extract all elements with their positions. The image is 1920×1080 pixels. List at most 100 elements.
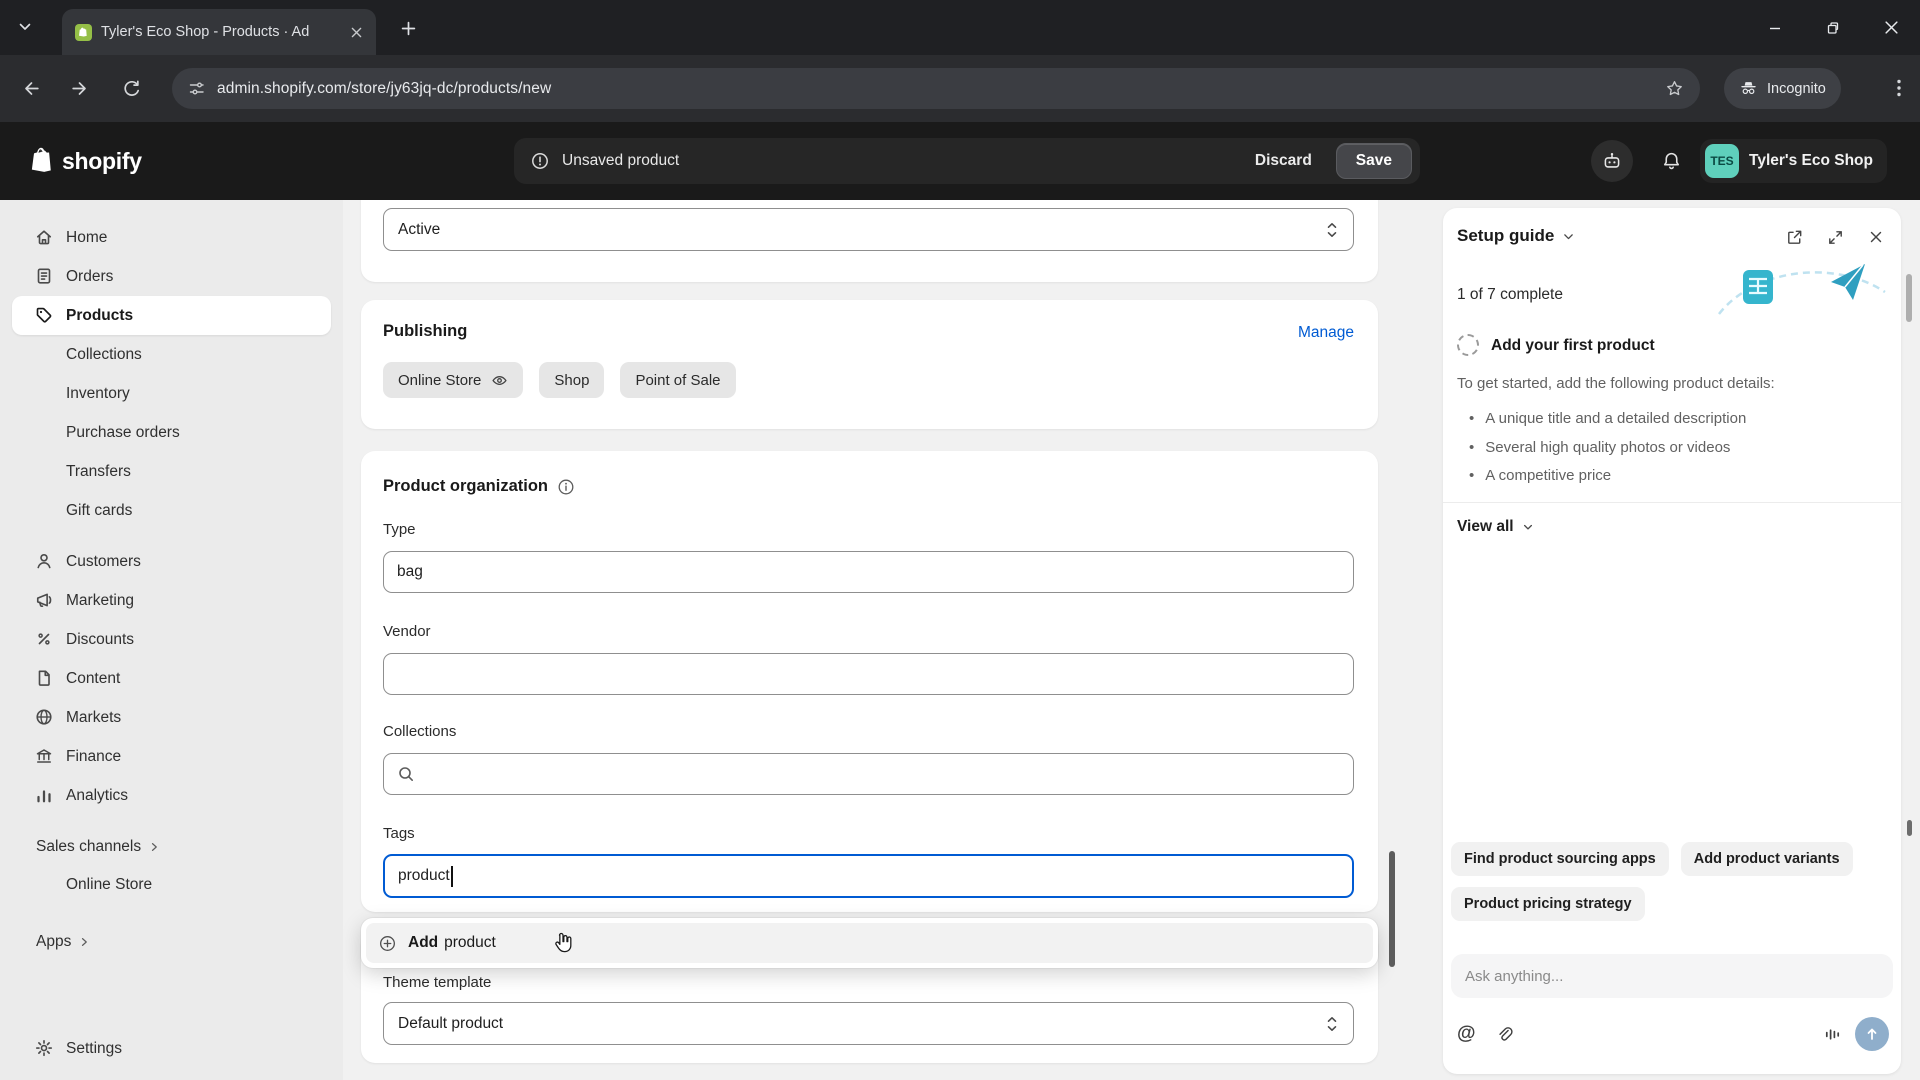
browser-tab[interactable]: Tyler's Eco Shop - Products · Ad xyxy=(62,9,376,55)
back-button[interactable] xyxy=(12,69,50,107)
publishing-card: Publishing Manage Online Store Shop Poin… xyxy=(361,300,1378,429)
sidebar-item-discounts[interactable]: Discounts xyxy=(12,620,331,659)
bullet-dot: • xyxy=(1469,467,1475,484)
sidebar-item-label: Content xyxy=(66,669,121,687)
vendor-input[interactable] xyxy=(383,653,1354,695)
bullet-text: Several high quality photos or videos xyxy=(1485,438,1731,456)
suggestion-chip-sourcing-apps[interactable]: Find product sourcing apps xyxy=(1451,842,1669,876)
tags-autocomplete-dropdown: Add product xyxy=(361,918,1378,968)
sidebar-section-apps[interactable]: Apps xyxy=(0,924,343,960)
setup-progress-text: 1 of 7 complete xyxy=(1457,286,1563,303)
theme-template-select[interactable]: Default product xyxy=(383,1002,1354,1045)
theme-select-value: Default product xyxy=(398,1014,504,1032)
send-button[interactable] xyxy=(1855,1017,1889,1051)
markets-globe-icon xyxy=(34,707,54,727)
sidebar-item-markets[interactable]: Markets xyxy=(12,698,331,737)
save-button[interactable]: Save xyxy=(1335,143,1412,179)
close-panel-button[interactable] xyxy=(1863,224,1889,250)
discard-button[interactable]: Discard xyxy=(1241,144,1326,178)
sidebar-item-analytics[interactable]: Analytics xyxy=(12,776,331,815)
forward-button[interactable] xyxy=(60,69,98,107)
product-organization-title: Product organization xyxy=(383,477,575,496)
voice-input-icon[interactable] xyxy=(1823,1025,1842,1044)
status-select[interactable]: Active xyxy=(383,208,1354,251)
sidebar-item-label: Marketing xyxy=(66,591,135,609)
notifications-button[interactable] xyxy=(1653,143,1689,179)
sidekick-assistant-button[interactable] xyxy=(1591,140,1633,182)
new-tab-button[interactable] xyxy=(396,16,420,40)
finance-bank-icon xyxy=(34,746,54,766)
channel-chip-shop[interactable]: Shop xyxy=(539,362,605,398)
collections-label: Collections xyxy=(383,723,457,740)
sidebar-item-marketing[interactable]: Marketing xyxy=(12,581,331,620)
section-label: Sales channels xyxy=(36,838,142,855)
tab-close-button[interactable] xyxy=(346,22,366,42)
tune-icon[interactable] xyxy=(188,80,205,97)
sidebar-item-home[interactable]: Home xyxy=(12,218,331,257)
info-icon[interactable] xyxy=(557,478,575,496)
suggestion-chip-variants[interactable]: Add product variants xyxy=(1680,842,1853,876)
chevron-right-icon xyxy=(82,938,88,946)
view-all-button[interactable]: View all xyxy=(1457,518,1534,536)
mention-at-icon[interactable]: @ xyxy=(1457,1023,1476,1045)
type-input[interactable]: bag xyxy=(383,551,1354,593)
url-text[interactable]: admin.shopify.com/store/jy63jq-dc/produc… xyxy=(217,80,551,98)
sidebar-item-purchase-orders[interactable]: Purchase orders xyxy=(12,413,331,452)
minimize-button[interactable] xyxy=(1746,0,1804,55)
account-menu[interactable]: TES Tyler's Eco Shop xyxy=(1700,139,1887,183)
bullet-text: A unique title and a detailed descriptio… xyxy=(1485,410,1747,427)
sidebar-item-gift-cards[interactable]: Gift cards xyxy=(12,491,331,530)
type-input-value: bag xyxy=(397,563,423,580)
channel-chip-point-of-sale[interactable]: Point of Sale xyxy=(620,362,736,398)
plus-circle-icon xyxy=(378,934,397,953)
panel-scrollbar-thumb[interactable] xyxy=(1906,274,1912,322)
ask-anything-input[interactable] xyxy=(1451,954,1893,998)
tab-search-button[interactable] xyxy=(8,10,42,44)
browser-menu-button[interactable] xyxy=(1880,69,1918,107)
incognito-badge: Incognito xyxy=(1724,68,1841,109)
attach-paperclip-icon[interactable] xyxy=(1495,1025,1514,1044)
bullet-text: A competitive price xyxy=(1485,467,1612,484)
sidebar-item-orders[interactable]: Orders xyxy=(12,257,331,296)
sidebar-item-finance[interactable]: Finance xyxy=(12,737,331,776)
tags-input[interactable]: product xyxy=(383,854,1354,898)
reload-button[interactable] xyxy=(112,69,150,107)
main-scrollbar-thumb[interactable] xyxy=(1389,851,1395,967)
suggestion-chip-pricing[interactable]: Product pricing strategy xyxy=(1451,887,1645,921)
status-card: Active xyxy=(361,200,1378,282)
page-scrollbar-thumb[interactable] xyxy=(1907,820,1912,836)
manage-link[interactable]: Manage xyxy=(1298,324,1354,342)
reload-icon xyxy=(123,79,139,96)
channel-chip-online-store[interactable]: Online Store xyxy=(383,362,524,398)
sidebar-item-settings[interactable]: Settings xyxy=(12,1029,331,1068)
sidebar-item-collections[interactable]: Collections xyxy=(12,335,331,374)
products-tag-icon xyxy=(34,305,54,325)
close-window-button[interactable] xyxy=(1862,0,1920,55)
sidebar-item-content[interactable]: Content xyxy=(12,659,331,698)
sidebar-item-online-store[interactable]: Online Store xyxy=(12,865,331,904)
sidebar-item-customers[interactable]: Customers xyxy=(12,542,331,581)
add-tag-option[interactable]: Add product xyxy=(366,923,1373,963)
open-in-new-button[interactable] xyxy=(1781,224,1807,250)
step-progress-circle[interactable] xyxy=(1457,334,1479,356)
setup-guide-title[interactable]: Setup guide xyxy=(1457,226,1575,246)
chevron-down-icon xyxy=(19,23,31,30)
sidebar-section-sales-channels[interactable]: Sales channels xyxy=(0,829,343,865)
sidebar-item-label: Inventory xyxy=(66,384,130,402)
sidebar-item-products[interactable]: Products xyxy=(12,296,331,335)
bell-icon xyxy=(1663,152,1679,169)
add-tag-action-label: Add xyxy=(408,934,439,951)
sidebar-item-label: Collections xyxy=(66,345,142,363)
sidebar-nav: Home Orders Products Collections Invento… xyxy=(0,200,343,1080)
bookmark-star-icon[interactable] xyxy=(1665,79,1684,98)
open-in-new-icon xyxy=(1787,230,1801,244)
sidebar-item-inventory[interactable]: Inventory xyxy=(12,374,331,413)
expand-panel-button[interactable] xyxy=(1822,224,1848,250)
maximize-button[interactable] xyxy=(1804,0,1862,55)
sidebar-item-transfers[interactable]: Transfers xyxy=(12,452,331,491)
collections-input[interactable] xyxy=(383,753,1354,795)
address-bar[interactable]: admin.shopify.com/store/jy63jq-dc/produc… xyxy=(172,68,1700,109)
bullet-item: • Several high quality photos or videos xyxy=(1469,434,1746,463)
shopify-logo[interactable]: shopify xyxy=(28,146,142,176)
card-title-text: Product organization xyxy=(383,477,548,495)
